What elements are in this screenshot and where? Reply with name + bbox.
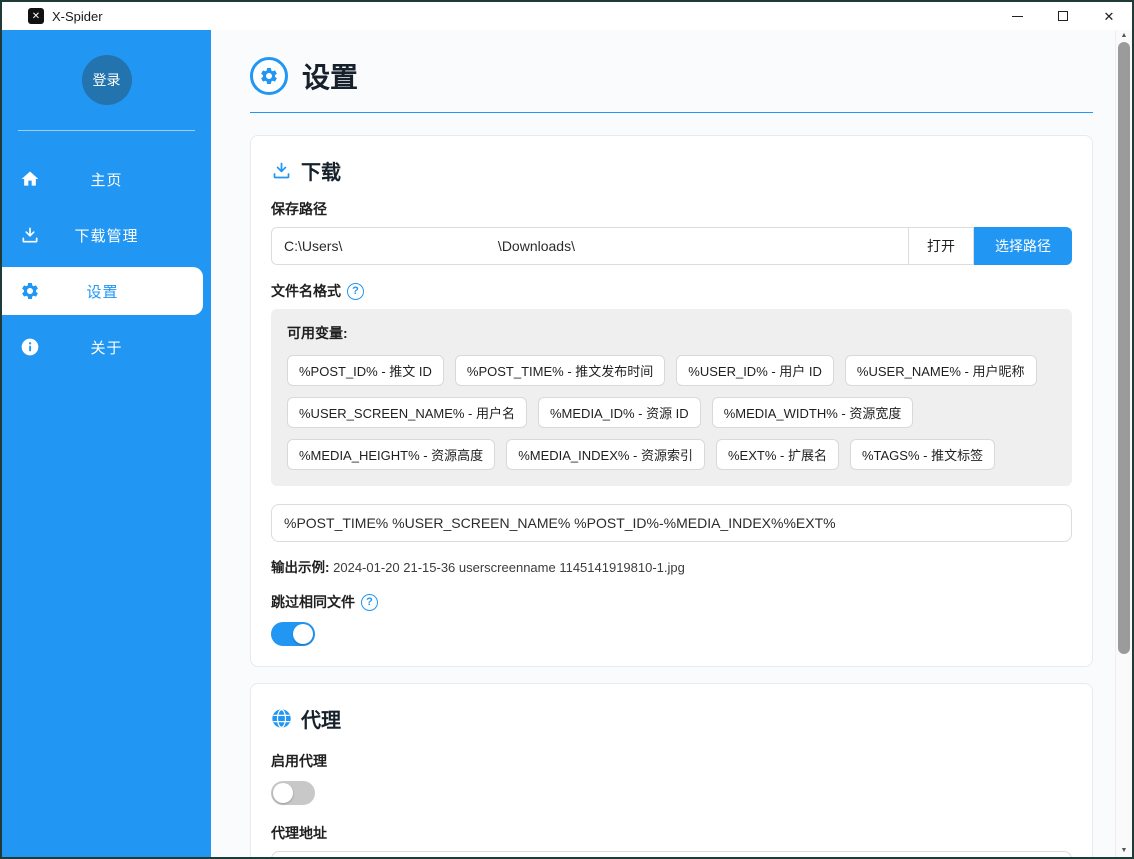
app-logo-icon: ✕ <box>28 8 44 24</box>
scroll-down-button[interactable]: ▼ <box>1116 846 1132 856</box>
proxy-section-header: 代理 <box>271 704 1072 733</box>
output-example: 输出示例: 2024-01-20 21-15-36 userscreenname… <box>271 556 1072 576</box>
page-title: 设置 <box>302 56 358 96</box>
sidebar-item-download-manager[interactable]: 下载管理 <box>2 211 211 259</box>
variable-chip[interactable]: %MEDIA_INDEX% - 资源索引 <box>506 439 705 470</box>
proxy-section-title: 代理 <box>301 704 341 733</box>
close-icon: ✕ <box>1104 10 1115 23</box>
toggle-knob <box>293 624 313 644</box>
sidebar-divider <box>18 130 195 131</box>
save-path-row: 打开 选择路径 <box>271 227 1072 265</box>
enable-proxy-label: 启用代理 <box>271 751 1072 771</box>
filename-format-input[interactable] <box>271 504 1072 542</box>
variable-chip[interactable]: %MEDIA_ID% - 资源 ID <box>538 397 701 428</box>
save-path-label: 保存路径 <box>271 199 1072 219</box>
open-button[interactable]: 打开 <box>908 227 974 265</box>
variable-chip[interactable]: %USER_ID% - 用户 ID <box>676 355 834 386</box>
download-section: 下载 保存路径 打开 选择路径 文件名格式 ? 可用变量: %POST_ID% … <box>250 135 1093 667</box>
scroll-thumb[interactable] <box>1118 42 1130 654</box>
proxy-address-input[interactable] <box>271 851 1072 857</box>
scrollbar[interactable]: ▲ ▼ <box>1115 30 1132 857</box>
home-icon <box>20 169 40 189</box>
variable-chip[interactable]: %USER_SCREEN_NAME% - 用户名 <box>287 397 527 428</box>
maximize-button[interactable] <box>1040 2 1086 30</box>
gear-icon <box>20 281 40 301</box>
output-example-value: 2024-01-20 21-15-36 userscreenname 11451… <box>333 560 685 575</box>
variables-box: 可用变量: %POST_ID% - 推文 ID %POST_TIME% - 推文… <box>271 309 1072 486</box>
minimize-icon <box>1012 16 1023 17</box>
header-divider <box>250 112 1093 113</box>
variables-title: 可用变量: <box>287 323 1056 343</box>
page-header: 设置 <box>250 56 1093 96</box>
variable-chip[interactable]: %POST_ID% - 推文 ID <box>287 355 444 386</box>
skip-same-toggle[interactable] <box>271 622 315 646</box>
sidebar-item-label: 主页 <box>90 169 122 190</box>
help-icon[interactable]: ? <box>361 594 378 611</box>
enable-proxy-toggle[interactable] <box>271 781 315 805</box>
scroll-up-button[interactable]: ▲ <box>1116 31 1132 41</box>
variable-chip[interactable]: %MEDIA_HEIGHT% - 资源高度 <box>287 439 495 470</box>
download-section-title: 下载 <box>301 156 341 185</box>
sidebar-item-home[interactable]: 主页 <box>2 155 211 203</box>
app-window: ✕ X-Spider ✕ 登录 主页 <box>0 0 1134 859</box>
variable-chips: %POST_ID% - 推文 ID %POST_TIME% - 推文发布时间 %… <box>287 355 1056 470</box>
settings-page-icon <box>250 57 288 95</box>
download-section-header: 下载 <box>271 156 1072 185</box>
help-icon[interactable]: ? <box>347 283 364 300</box>
main-content: 设置 下载 保存路径 打开 选择路径 文件名格式 ? <box>211 30 1115 857</box>
close-button[interactable]: ✕ <box>1086 2 1132 30</box>
sidebar: 登录 主页 下载管理 <box>2 30 211 857</box>
titlebar: ✕ X-Spider ✕ <box>2 2 1132 30</box>
sidebar-item-label: 设置 <box>86 281 118 302</box>
download-icon <box>20 225 40 245</box>
login-button[interactable]: 登录 <box>82 55 132 105</box>
skip-same-label: 跳过相同文件 ? <box>271 592 1072 612</box>
sidebar-nav: 主页 下载管理 设置 <box>2 155 211 379</box>
info-icon <box>20 337 40 357</box>
minimize-button[interactable] <box>994 2 1040 30</box>
sidebar-item-label: 下载管理 <box>74 225 138 246</box>
variable-chip[interactable]: %TAGS% - 推文标签 <box>850 439 995 470</box>
window-title: X-Spider <box>52 9 103 24</box>
variable-chip[interactable]: %USER_NAME% - 用户昵称 <box>845 355 1037 386</box>
proxy-section: 代理 启用代理 代理地址 <box>250 683 1093 857</box>
variable-chip[interactable]: %EXT% - 扩展名 <box>716 439 839 470</box>
output-example-label: 输出示例: <box>271 560 330 575</box>
filename-format-label-text: 文件名格式 <box>271 281 341 301</box>
variable-chip[interactable]: %POST_TIME% - 推文发布时间 <box>455 355 665 386</box>
save-path-input[interactable] <box>271 227 908 265</box>
maximize-icon <box>1058 11 1068 21</box>
skip-same-label-text: 跳过相同文件 <box>271 592 355 612</box>
window-controls: ✕ <box>994 2 1132 30</box>
sidebar-item-about[interactable]: 关于 <box>2 323 211 371</box>
filename-format-label: 文件名格式 ? <box>271 281 1072 301</box>
choose-path-button[interactable]: 选择路径 <box>974 227 1072 265</box>
toggle-knob <box>273 783 293 803</box>
proxy-address-label: 代理地址 <box>271 823 1072 843</box>
variable-chip[interactable]: %MEDIA_WIDTH% - 资源宽度 <box>712 397 914 428</box>
sidebar-item-label: 关于 <box>90 337 122 358</box>
globe-icon <box>271 708 292 729</box>
download-icon <box>271 160 292 181</box>
sidebar-item-settings[interactable]: 设置 <box>2 267 203 315</box>
